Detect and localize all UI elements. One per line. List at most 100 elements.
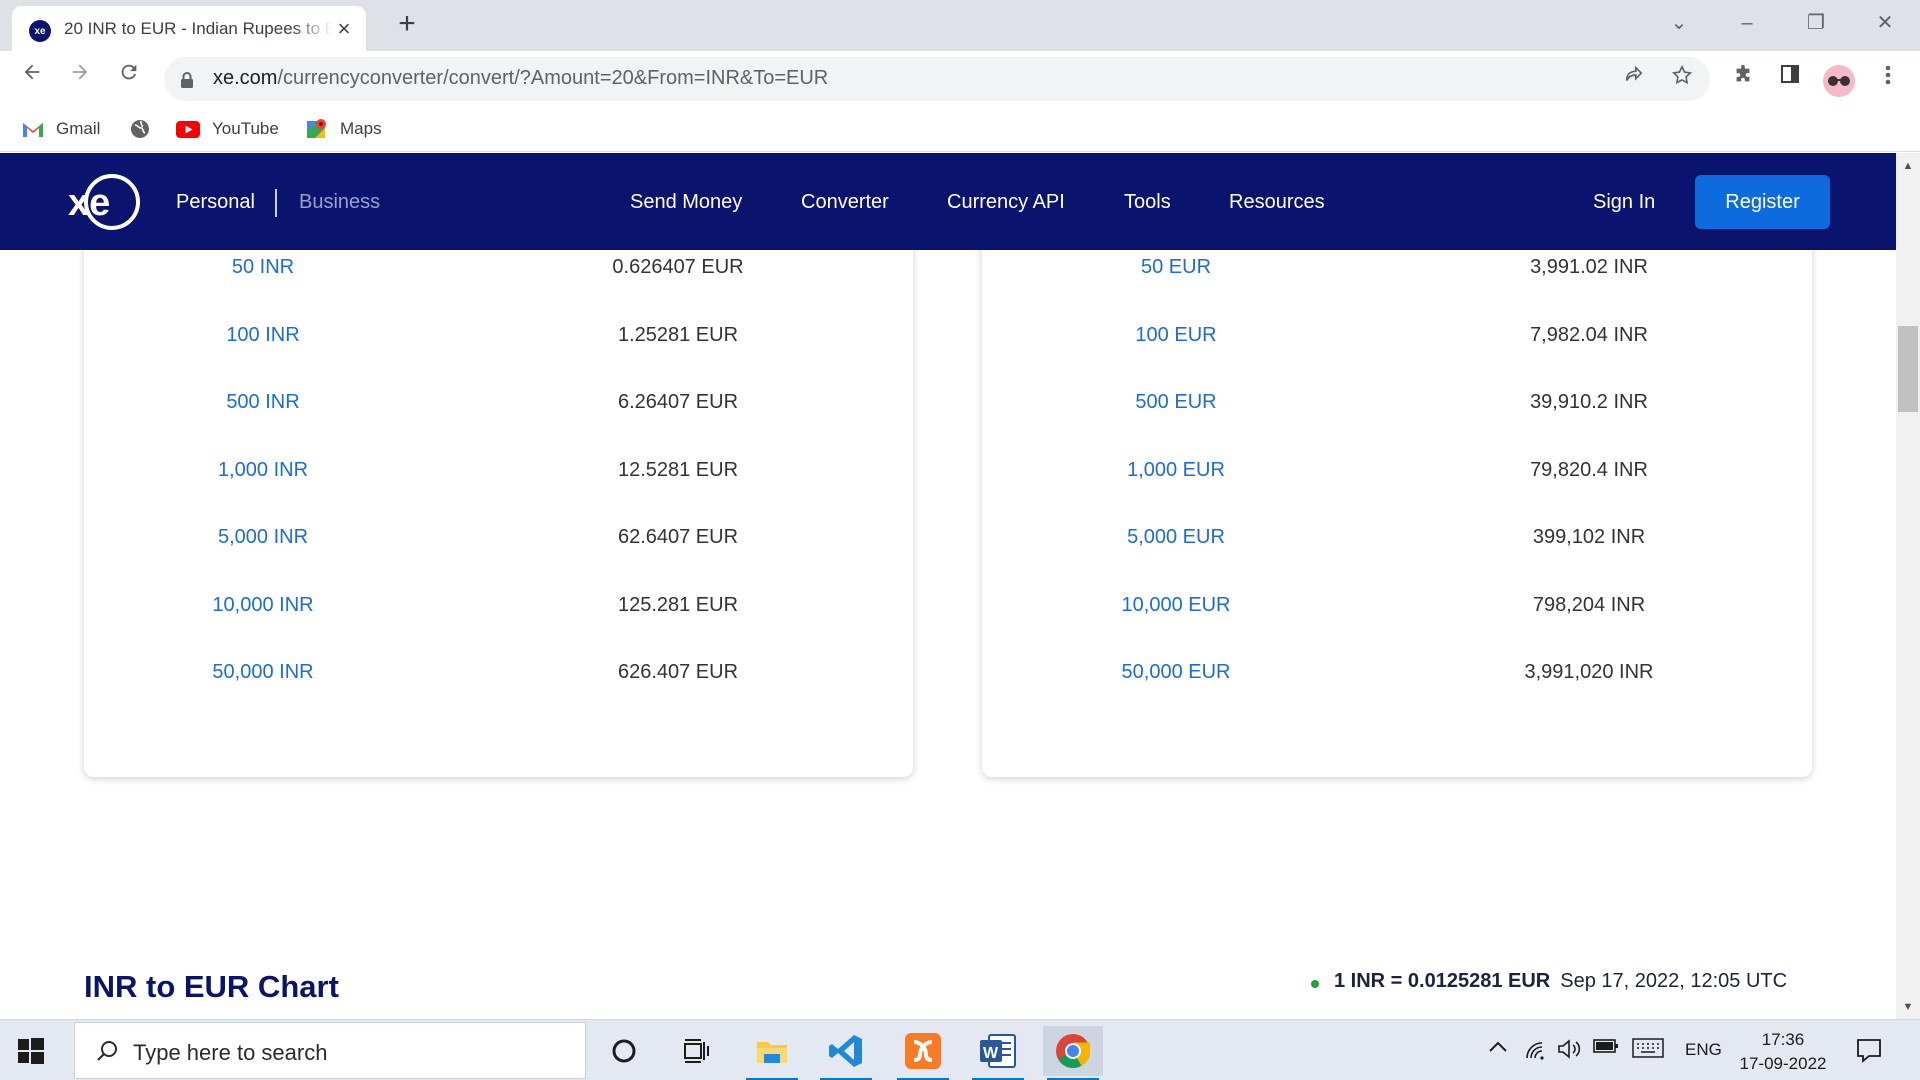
gmail-icon: [22, 121, 44, 138]
forward-button[interactable]: [62, 61, 98, 97]
amount-link[interactable]: 50 INR: [113, 256, 413, 279]
amount-link[interactable]: 1,000 EUR: [1026, 459, 1326, 482]
clock-time: 17:36: [1761, 1030, 1805, 1049]
windows-taskbar: Type here to search W ENG 17:36 17-09-20…: [0, 1019, 1920, 1080]
converted-value: 0.626407 EUR: [612, 256, 744, 278]
xampp-icon[interactable]: [893, 1026, 953, 1080]
amount-link[interactable]: 50 EUR: [1026, 256, 1326, 279]
table-row: 10,000 INR 125.281 EUR: [84, 586, 913, 626]
converted-value: 12.5281 EUR: [617, 459, 739, 481]
live-rate: 1 INR = 0.0125281 EUR Sep 17, 2022, 12:05…: [1334, 970, 1787, 993]
sign-in-link[interactable]: Sign In: [1593, 191, 1655, 214]
browser-tabstrip: xe 20 INR to EUR - Indian Rupees to Euro…: [0, 0, 1920, 51]
tab-close-icon[interactable]: ×: [332, 17, 356, 41]
table-row: 50,000 EUR 3,991,020 INR: [982, 653, 1812, 693]
xe-logo[interactable]: xe: [66, 173, 141, 231]
url-text[interactable]: xe.com/currencyconverter/convert/?Amount…: [213, 67, 828, 90]
volume-icon[interactable]: [1557, 1038, 1583, 1065]
amount-link[interactable]: 10,000 EUR: [1026, 594, 1326, 617]
table-row: 5,000 INR 62.6407 EUR: [84, 518, 913, 558]
table-row: 1,000 EUR 79,820.4 INR: [982, 451, 1812, 491]
restore-button[interactable]: ❐: [1791, 8, 1841, 38]
nav-personal[interactable]: Personal: [176, 191, 255, 214]
bookmark-maps[interactable]: Maps: [306, 116, 382, 142]
svg-text:W: W: [983, 1045, 999, 1062]
nav-resources[interactable]: Resources: [1229, 191, 1325, 214]
back-button[interactable]: [14, 61, 50, 97]
chrome-icon[interactable]: [1043, 1026, 1103, 1080]
register-button[interactable]: Register: [1695, 175, 1830, 229]
bookmark-globe[interactable]: [130, 116, 162, 142]
converted-value: 125.281 EUR: [617, 594, 739, 616]
close-window-button[interactable]: ✕: [1860, 8, 1910, 38]
scroll-up-arrow-icon[interactable]: ▲: [1898, 156, 1918, 176]
network-icon[interactable]: [1524, 1038, 1548, 1065]
chrome-menu-icon[interactable]: [1873, 64, 1903, 94]
input-language[interactable]: ENG: [1685, 1040, 1722, 1060]
vscode-icon[interactable]: [816, 1026, 876, 1080]
scroll-down-arrow-icon[interactable]: ▼: [1898, 997, 1918, 1017]
amount-link[interactable]: 500 INR: [113, 391, 413, 414]
table-row: 50,000 INR 626.407 EUR: [84, 653, 913, 693]
amount-link[interactable]: 100 INR: [113, 324, 413, 347]
amount-link[interactable]: 100 EUR: [1026, 324, 1326, 347]
search-placeholder: Type here to search: [133, 1040, 328, 1065]
bookmark-gmail[interactable]: Gmail: [22, 116, 100, 142]
xe-top-nav: xe Personal Business Send Money Converte…: [0, 153, 1896, 250]
amount-link[interactable]: 50,000 EUR: [1026, 661, 1326, 684]
table-row: 50 INR 0.626407 EUR: [84, 248, 913, 288]
notification-center-icon[interactable]: [1855, 1036, 1883, 1069]
bookmark-star-icon[interactable]: [1667, 64, 1697, 94]
task-view-icon[interactable]: [666, 1026, 726, 1076]
amount-link[interactable]: 5,000 INR: [113, 526, 413, 549]
taskbar-clock[interactable]: 17:36 17-09-2022: [1733, 1028, 1833, 1076]
rate-timestamp: Sep 17, 2022, 12:05 UTC: [1560, 970, 1788, 992]
table-row: 5,000 EUR 399,102 INR: [982, 518, 1812, 558]
word-icon[interactable]: W: [968, 1026, 1028, 1080]
converted-value: 79,820.4 INR: [1530, 459, 1648, 481]
scrollbar-thumb[interactable]: [1898, 326, 1918, 412]
amount-link[interactable]: 1,000 INR: [113, 459, 413, 482]
converted-value: 3,991.02 INR: [1530, 256, 1648, 278]
lock-icon[interactable]: [180, 71, 194, 94]
reload-button[interactable]: [111, 61, 147, 97]
browser-tab[interactable]: xe 20 INR to EUR - Indian Rupees to Euro…: [12, 6, 366, 51]
table-row: 500 INR 6.26407 EUR: [84, 383, 913, 423]
amount-link[interactable]: 5,000 EUR: [1026, 526, 1326, 549]
clock-date: 17-09-2022: [1739, 1054, 1827, 1073]
converted-value: 399,102 INR: [1532, 526, 1646, 548]
side-panel-icon[interactable]: [1775, 64, 1805, 94]
xe-favicon-icon: xe: [29, 20, 51, 42]
page-scrollbar[interactable]: [1896, 153, 1920, 1019]
nav-business[interactable]: Business: [299, 191, 380, 214]
show-hidden-icons-chevron-icon[interactable]: [1488, 1038, 1508, 1058]
amount-link[interactable]: 10,000 INR: [113, 594, 413, 617]
table-row: 50 EUR 3,991.02 INR: [982, 248, 1812, 288]
new-tab-button[interactable]: +: [392, 9, 422, 40]
nav-converter[interactable]: Converter: [801, 191, 889, 214]
tab-title: 20 INR to EUR - Indian Rupees to Euros E…: [64, 19, 332, 38]
profile-avatar[interactable]: [1823, 65, 1855, 97]
touch-keyboard-icon[interactable]: [1632, 1038, 1664, 1063]
nav-tools[interactable]: Tools: [1124, 191, 1171, 214]
extensions-puzzle-icon[interactable]: [1728, 64, 1758, 94]
converted-value: 39,910.2 INR: [1530, 391, 1648, 413]
bookmark-youtube[interactable]: YouTube: [176, 116, 279, 142]
file-explorer-icon[interactable]: [742, 1026, 802, 1080]
rate-value: 1 INR = 0.0125281 EUR: [1334, 970, 1551, 992]
cortana-icon[interactable]: [594, 1026, 654, 1076]
taskbar-search-input[interactable]: Type here to search: [74, 1022, 586, 1079]
minimize-button[interactable]: –: [1722, 8, 1772, 38]
nav-currency-api[interactable]: Currency API: [947, 191, 1065, 214]
amount-link[interactable]: 500 EUR: [1026, 391, 1326, 414]
table-row: 1,000 INR 12.5281 EUR: [84, 451, 913, 491]
share-icon[interactable]: [1619, 64, 1649, 94]
tab-search-chevron-icon[interactable]: ⌄: [1654, 8, 1704, 38]
amount-link[interactable]: 50,000 INR: [113, 661, 413, 684]
converted-value: 626.407 EUR: [617, 661, 739, 683]
windows-start-icon[interactable]: [18, 1038, 44, 1069]
table-row: 500 EUR 39,910.2 INR: [982, 383, 1812, 423]
converted-value: 7,982.04 INR: [1530, 324, 1648, 346]
battery-icon[interactable]: [1593, 1038, 1619, 1059]
nav-send-money[interactable]: Send Money: [630, 191, 742, 214]
